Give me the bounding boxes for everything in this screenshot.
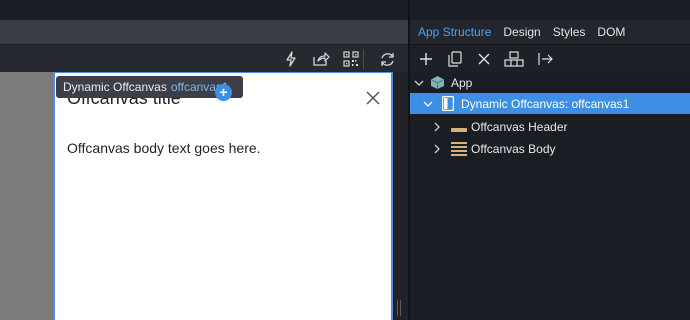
tree-item-label: Dynamic Offcanvas: offcanvas1	[461, 96, 630, 111]
offcanvas-icon	[442, 96, 455, 116]
tree-item-app[interactable]: App	[410, 72, 690, 93]
panel-tabs: App Structure Design Styles DOM	[410, 20, 690, 44]
chevron-right-icon[interactable]	[432, 144, 442, 154]
tab-dom[interactable]: DOM	[597, 25, 625, 39]
toolbar-separator	[363, 49, 364, 69]
lightning-icon[interactable]	[280, 48, 302, 70]
tree-item-offcanvas-body[interactable]: Offcanvas Body	[410, 138, 690, 159]
tooltip-type: Dynamic Offcanvas	[63, 80, 167, 94]
delete-icon[interactable]	[473, 48, 495, 70]
canvas-backdrop	[0, 72, 53, 320]
tab-styles[interactable]: Styles	[553, 25, 586, 39]
tree-item-offcanvas-header[interactable]: Offcanvas Header	[410, 116, 690, 137]
chevron-right-icon[interactable]	[432, 122, 442, 132]
offcanvas-body-text: Offcanvas body text goes here.	[67, 140, 261, 156]
move-icon[interactable]	[535, 48, 557, 70]
share-icon[interactable]	[310, 48, 332, 70]
left-top-strip	[0, 0, 408, 20]
structure-toolbar	[410, 44, 690, 72]
app-window: Offcanvas title Offcanvas body text goes…	[0, 0, 690, 320]
tree-item-label: Offcanvas Body	[471, 141, 556, 156]
canvas-tab-band	[0, 20, 408, 44]
canvas-gutter	[393, 72, 408, 320]
chevron-down-icon[interactable]	[423, 99, 433, 109]
chevron-down-icon[interactable]	[414, 78, 424, 88]
app-structure-tree: App Dynamic Offcanvas: offcanvas1 Offcan…	[410, 72, 690, 320]
tree-item-dynamic-offcanvas[interactable]: Dynamic Offcanvas: offcanvas1	[410, 93, 690, 114]
header-icon	[451, 120, 467, 139]
component-icon[interactable]	[503, 48, 525, 70]
refresh-icon[interactable]	[376, 48, 398, 70]
duplicate-icon[interactable]	[444, 48, 466, 70]
add-icon[interactable]	[415, 48, 437, 70]
offcanvas-component[interactable]	[53, 72, 393, 320]
resize-handle[interactable]	[397, 300, 403, 316]
close-icon[interactable]	[363, 88, 383, 108]
right-top-strip	[410, 0, 690, 20]
tree-item-label: Offcanvas Header	[471, 119, 568, 134]
tab-app-structure[interactable]: App Structure	[418, 25, 491, 39]
body-icon	[451, 141, 467, 161]
qr-code-icon[interactable]	[340, 48, 362, 70]
cube-icon	[430, 75, 445, 95]
tab-design[interactable]: Design	[503, 25, 540, 39]
tree-item-label: App	[451, 75, 473, 90]
canvas-toolbar	[0, 44, 408, 72]
add-child-button[interactable]: +	[215, 84, 232, 101]
